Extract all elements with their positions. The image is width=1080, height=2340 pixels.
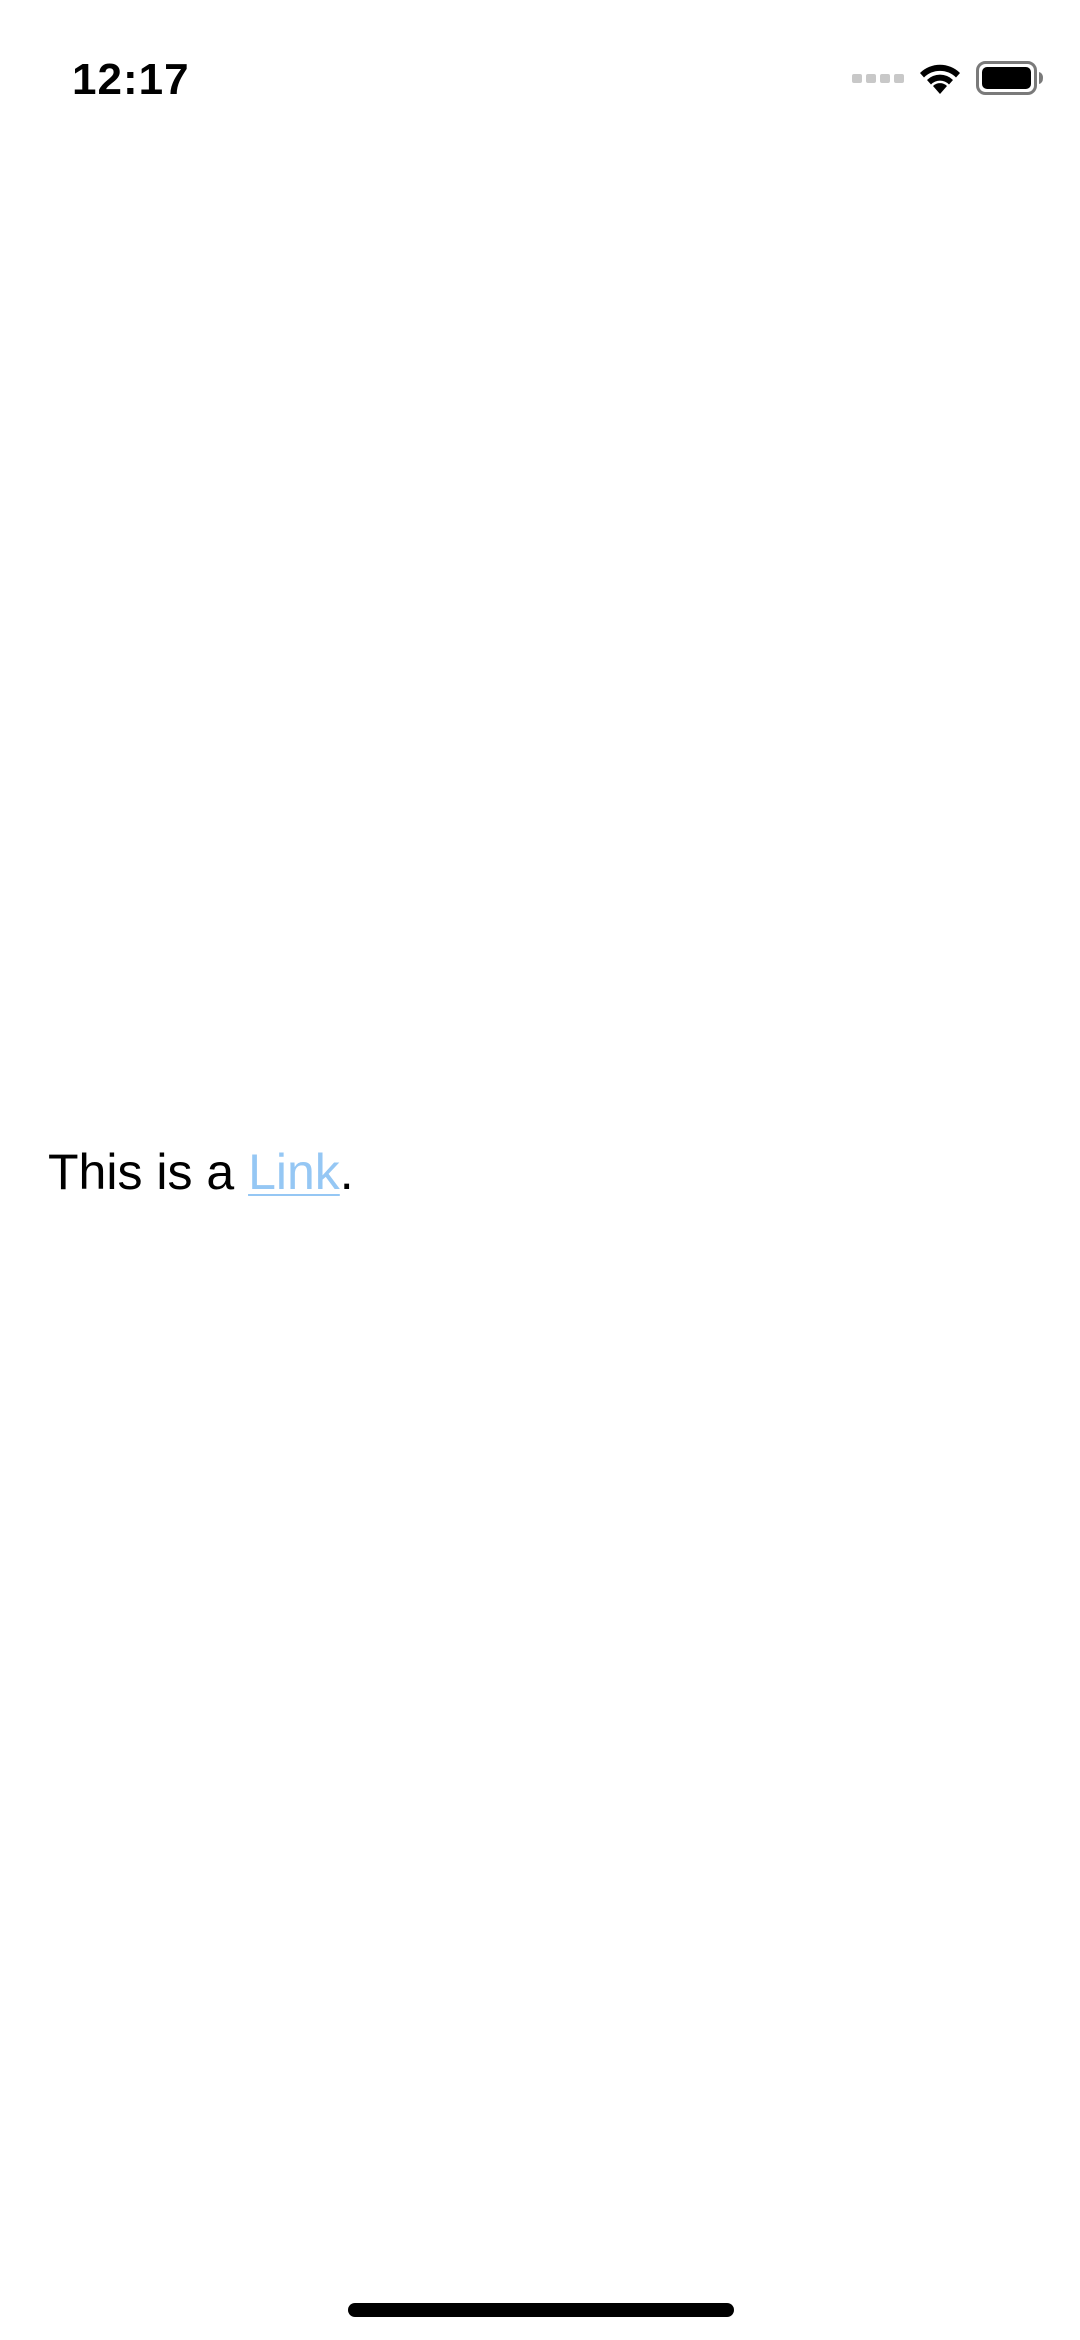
battery-icon — [976, 61, 1043, 95]
link-sentence: This is a Link. — [48, 1138, 354, 1206]
home-indicator[interactable] — [348, 2303, 734, 2317]
cellular-signal-icon — [852, 74, 904, 83]
status-bar: 12:17 — [0, 0, 1080, 150]
sentence-suffix: . — [339, 1144, 354, 1200]
status-icons — [852, 58, 1044, 98]
link[interactable]: Link — [248, 1144, 340, 1200]
wifi-icon — [920, 64, 960, 94]
status-time: 12:17 — [72, 55, 190, 104]
sentence-prefix: This is a — [48, 1144, 249, 1200]
